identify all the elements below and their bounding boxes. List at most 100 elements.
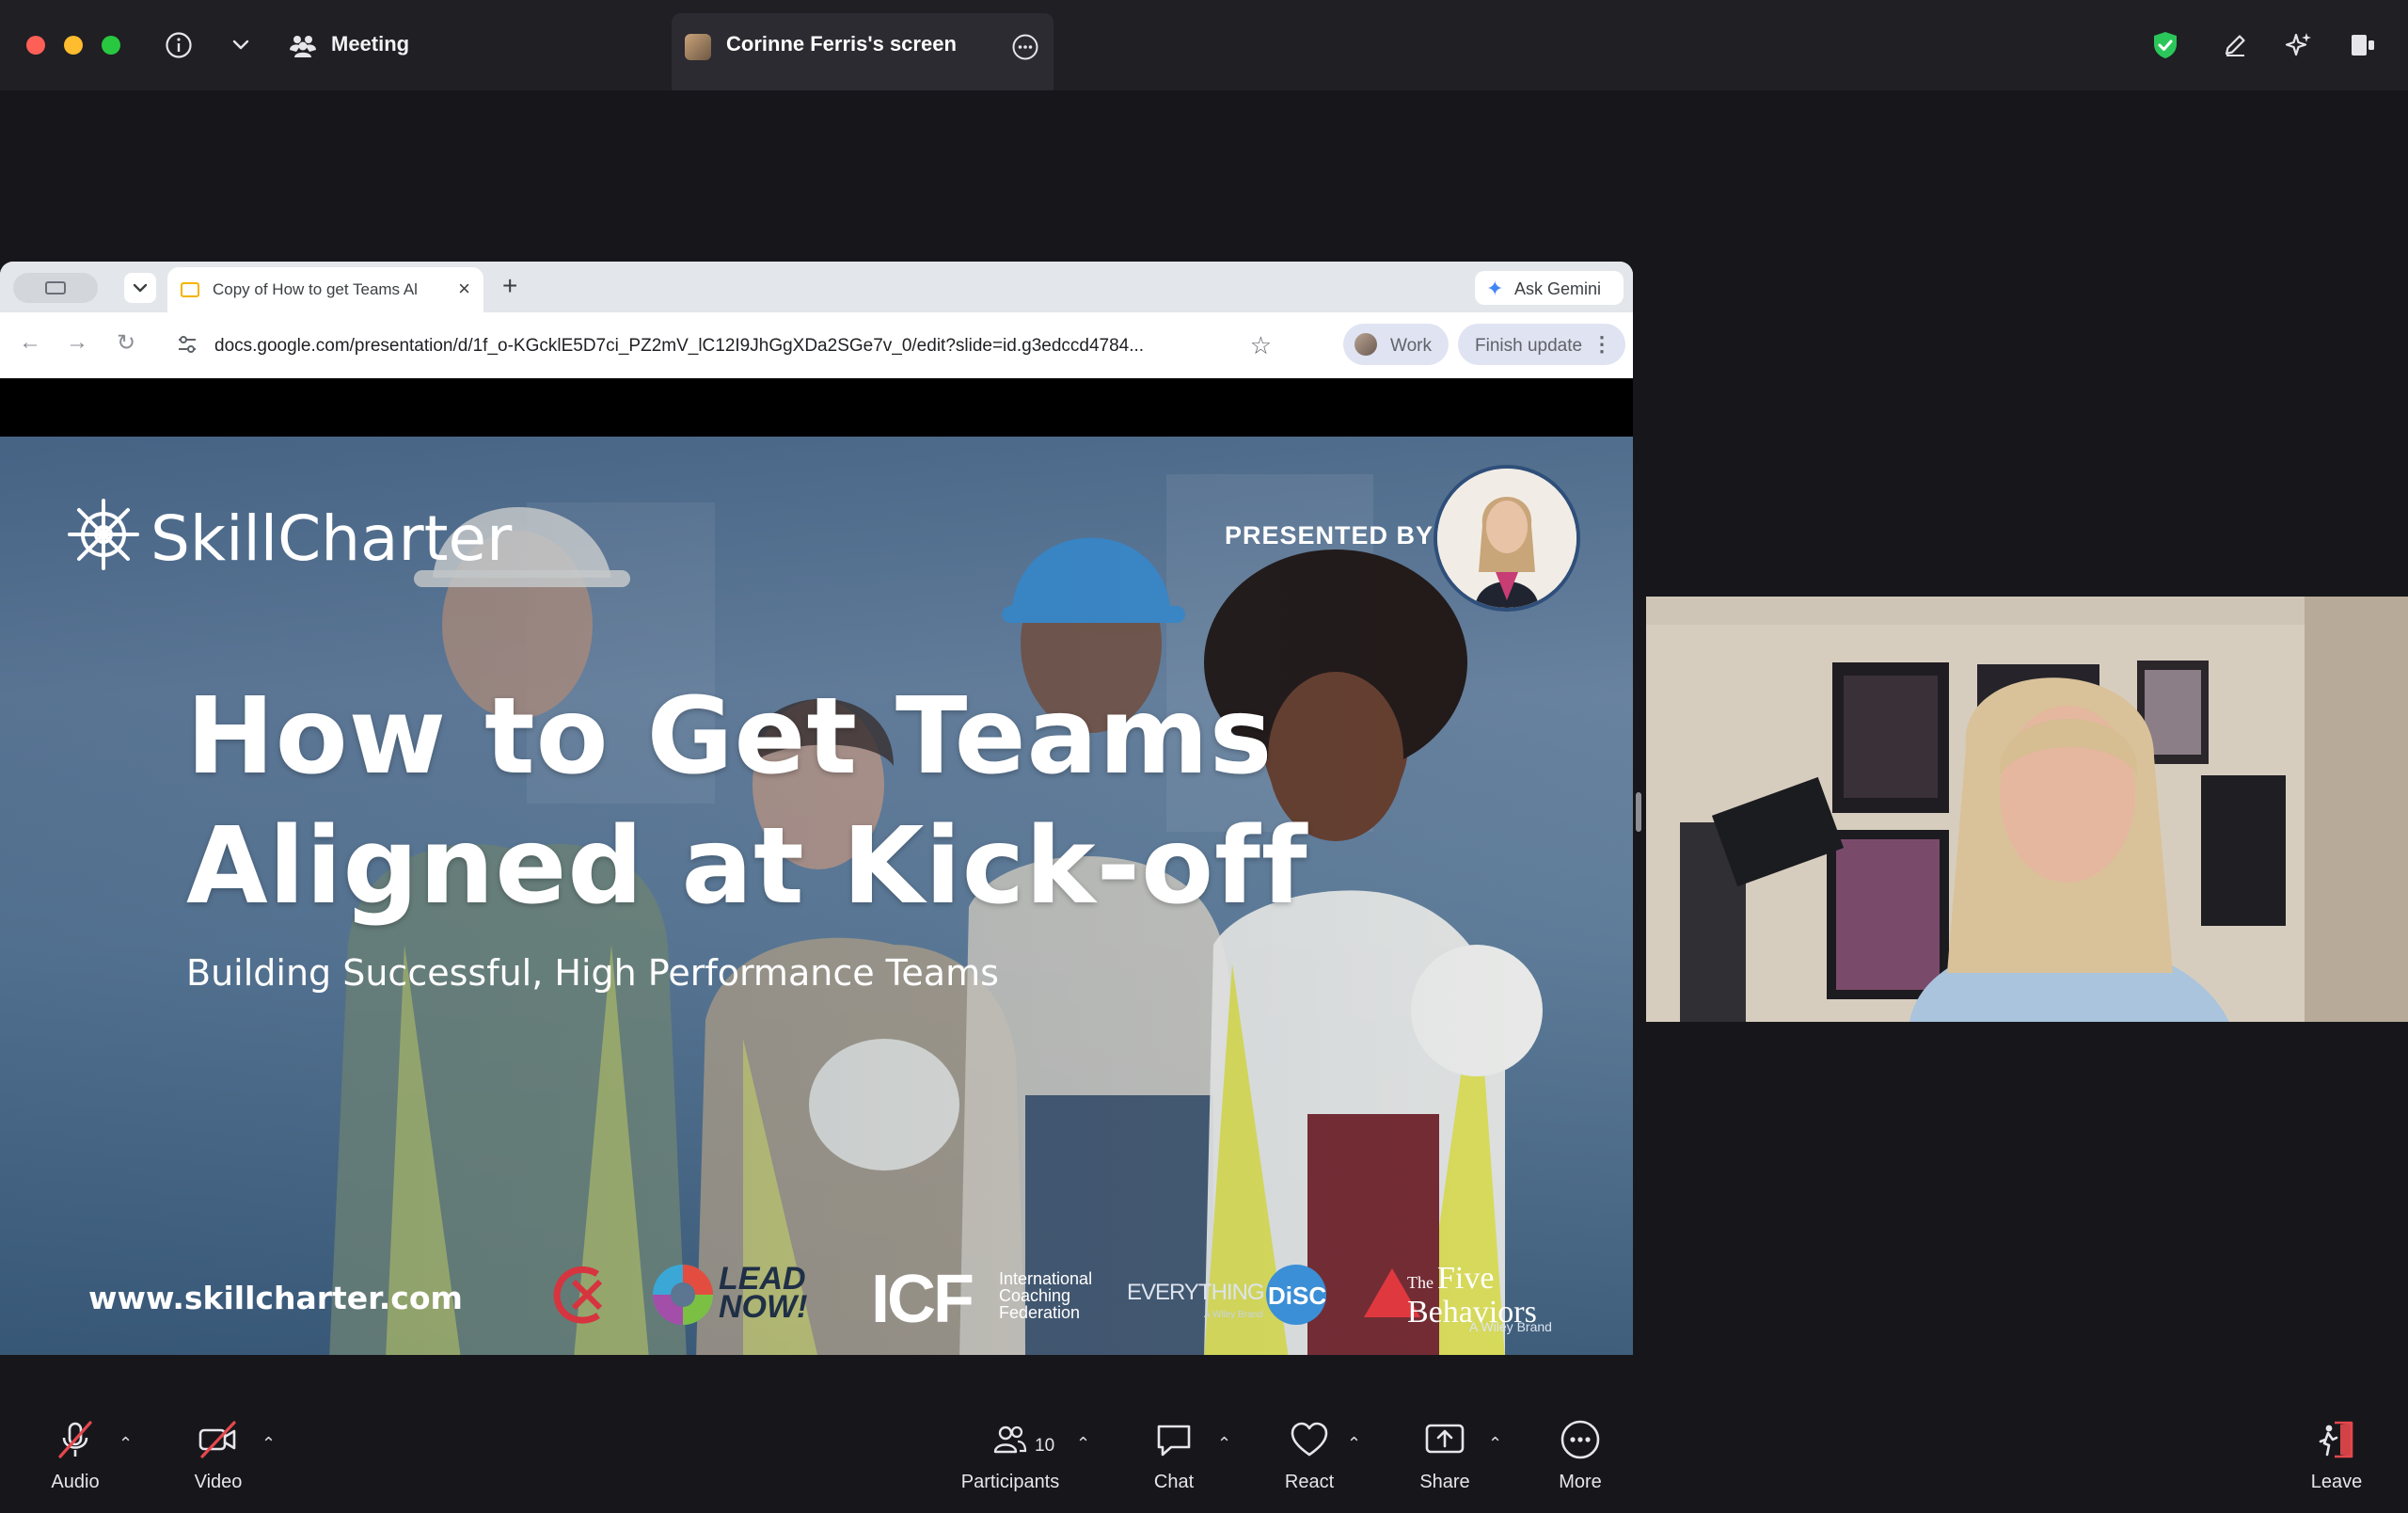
disc-mark: DiSC [1268,1282,1327,1310]
share-options-chevron-icon[interactable]: ⌃ [1488,1434,1502,1454]
shared-screen-title: Corinne Ferris's screen [726,32,957,56]
leave-button[interactable]: Leave [2280,1417,2393,1493]
browser-menu-icon: ⋮ [1592,332,1612,356]
pencil-icon[interactable] [2216,26,2254,64]
participants-label: Participants [960,1472,1060,1492]
partner-logo-red-icon [553,1266,603,1324]
ask-gemini-label: Ask Gemini [1514,279,1602,298]
close-tab-icon: × [458,277,470,300]
disc-prefix: EVERYTHING [1127,1280,1265,1305]
slide-subheading: Building Successful, High Performance Te… [186,952,999,994]
presentation-letterbox [0,378,1633,437]
participants-count: 10 [1035,1436,1055,1456]
react-button[interactable]: React [1253,1417,1366,1493]
side-panel-icon[interactable] [2344,26,2382,64]
finish-update-label: Finish update [1475,336,1583,356]
reload-icon: ↻ [117,330,136,356]
disc-sub: A Wiley Brand [1204,1310,1263,1320]
shared-browser-window: Copy of How to get Teams Al × + ✦ Ask Ge… [0,262,1633,378]
camera-muted-icon [162,1417,275,1462]
profile-chip: Work [1343,324,1449,365]
zoom-window-button[interactable] [102,36,120,55]
slides-icon [181,282,199,297]
icf-line-2: Coaching [999,1286,1071,1305]
tab-search-icon [124,273,156,303]
address-bar: docs.google.com/presentation/d/1f_o-KGck… [166,322,1285,369]
info-icon[interactable] [160,26,198,64]
presenter-photo [1434,465,1580,612]
presented-by-label: PRESENTED BY: [1225,521,1442,549]
chevron-down-icon[interactable] [222,26,260,64]
mic-muted-icon [19,1417,132,1462]
share-screen-icon [1388,1417,1501,1462]
split-view-resize-handle[interactable] [1636,792,1641,832]
participants-options-chevron-icon[interactable]: ⌃ [1076,1434,1090,1454]
bookmark-star-icon: ☆ [1249,331,1272,359]
more-icon [1524,1417,1637,1462]
meeting-title-bar: Meeting Corinne Ferris's screen [0,0,2408,90]
video-button[interactable]: Video [162,1417,275,1493]
five-the: The [1407,1273,1434,1292]
browser-address-row: ← → ↻ docs.google.com/presentation/d/1f_… [0,312,1633,378]
shared-screen-tab[interactable]: Corinne Ferris's screen [672,13,1054,90]
participant-video-tile[interactable] [1646,597,2408,1022]
slide-headline: How to Get Teams Aligned at Kick-off [186,672,1315,932]
sparkle-icon[interactable] [2280,26,2318,64]
five-behaviors-logo: The Five Behaviors A Wiley Brand [1362,1257,1588,1334]
chat-icon [1117,1417,1230,1462]
icf-mark: ICF [871,1262,974,1337]
close-window-button[interactable] [26,36,45,55]
ship-wheel-icon [68,499,139,570]
lead-now-line-2: NOW! [719,1289,808,1325]
five-line-1: Five [1436,1261,1495,1296]
chat-button[interactable]: Chat [1117,1417,1230,1493]
tab-groups-button [13,273,98,303]
lead-now-logo: LEAD NOW! [649,1257,837,1332]
audio-label: Audio [51,1472,100,1492]
leave-label: Leave [2310,1472,2363,1492]
meeting-controls: Audio ⌃ Video ⌃ Participants 10 ⌃ Chat ⌃… [0,1402,2408,1513]
finish-update-button: Finish update ⋮ [1458,324,1625,365]
profile-avatar [1354,333,1377,356]
meeting-icon [284,26,322,64]
icf-line-1: International [999,1269,1093,1288]
site-settings-icon [179,336,196,353]
ask-gemini-button: ✦ Ask Gemini [1475,271,1624,305]
icf-line-3: Federation [999,1303,1081,1322]
website-url: www.skillcharter.com [88,1280,463,1316]
participant-video [1646,597,2408,1022]
forward-icon: → [66,329,88,355]
brand-name: SkillCharter [150,502,513,575]
video-options-chevron-icon[interactable]: ⌃ [261,1434,276,1454]
gemini-icon: ✦ [1486,277,1504,300]
share-label: Share [1419,1472,1470,1492]
chat-label: Chat [1153,1472,1195,1492]
shield-check-icon[interactable] [2147,26,2184,64]
meeting-label[interactable]: Meeting [331,32,409,56]
leave-icon [2280,1417,2393,1462]
browser-tab-strip: Copy of How to get Teams Al × + ✦ Ask Ge… [0,262,1633,312]
react-label: React [1284,1472,1335,1492]
icf-logo: ICF International Coaching Federation [871,1257,1116,1337]
share-button[interactable]: Share [1388,1417,1501,1493]
video-label: Video [194,1472,243,1492]
headline-line-2: Aligned at Kick-off [186,805,1308,928]
audio-options-chevron-icon[interactable]: ⌃ [119,1434,133,1454]
everything-disc-logo: EVERYTHING DiSC A Wiley Brand [1127,1257,1334,1332]
more-label: More [1559,1472,1602,1492]
profile-label: Work [1390,336,1432,356]
headline-line-1: How to Get Teams [186,676,1274,798]
back-icon: ← [19,329,41,355]
minimize-window-button[interactable] [64,36,83,55]
url-text: docs.google.com/presentation/d/1f_o-KGck… [214,336,1145,356]
browser-tab-slides: Copy of How to get Teams Al × [167,267,483,312]
browser-tab-title: Copy of How to get Teams Al [213,280,418,298]
more-circle-icon[interactable] [1006,28,1044,66]
sharer-avatar [685,34,711,60]
more-button[interactable]: More [1524,1417,1637,1493]
new-tab-icon: + [502,271,518,300]
audio-button[interactable]: Audio [19,1417,132,1493]
presentation-slide: SkillCharter PRESENTED BY: How to Get Te… [0,437,1633,1355]
chat-options-chevron-icon[interactable]: ⌃ [1217,1434,1231,1454]
react-options-chevron-icon[interactable]: ⌃ [1347,1434,1361,1454]
